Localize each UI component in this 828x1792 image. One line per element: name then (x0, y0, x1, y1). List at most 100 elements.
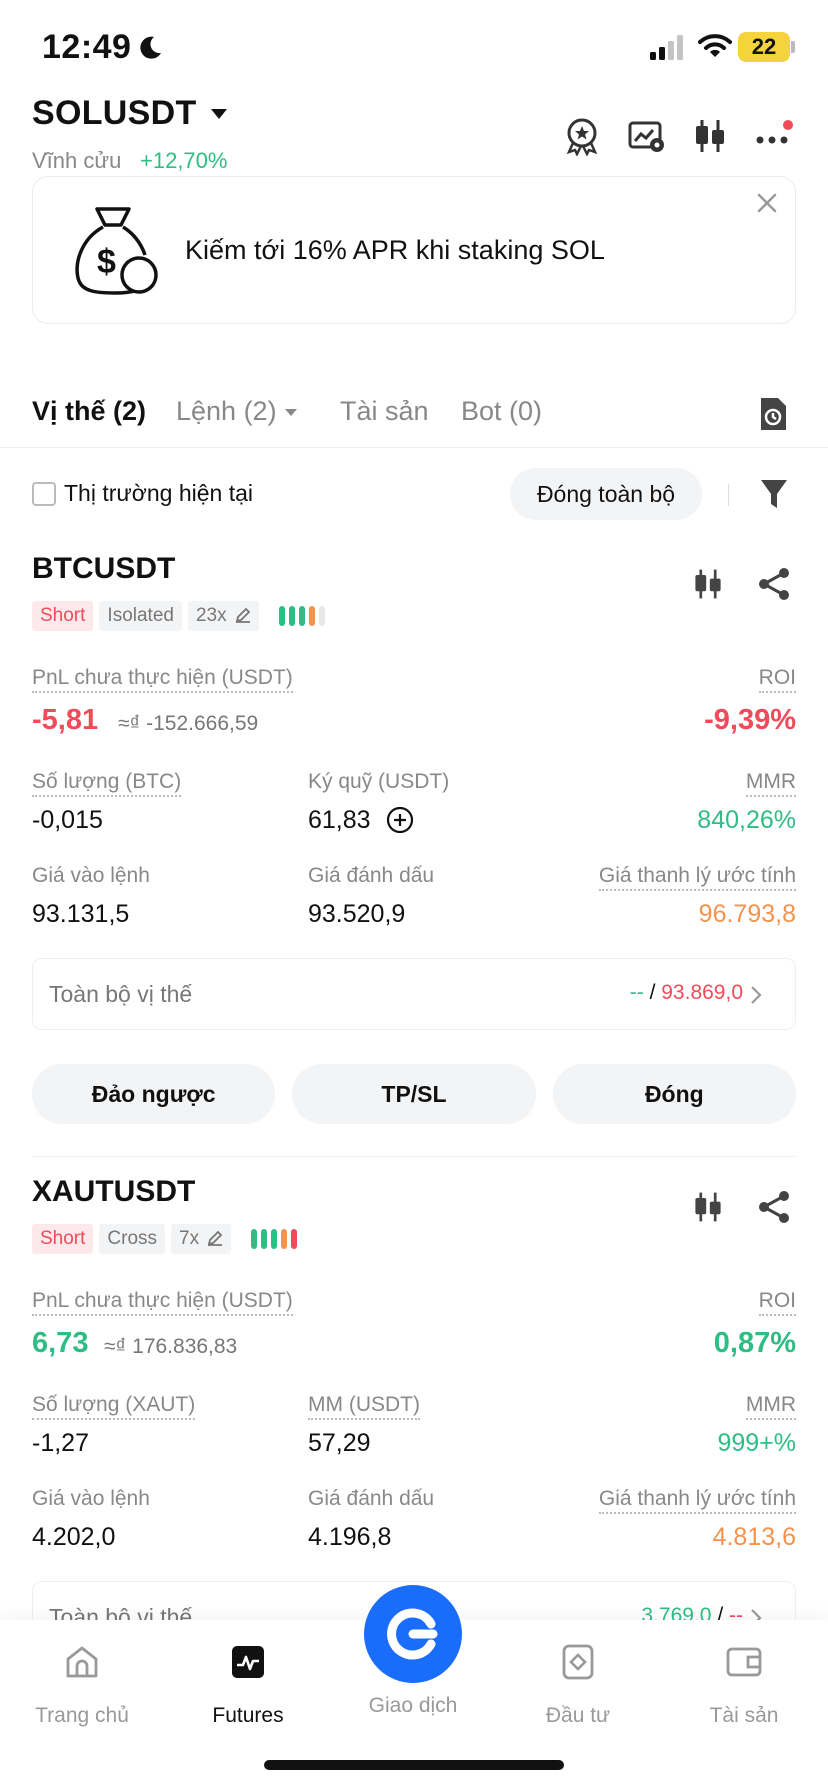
status-time: 12:49 (42, 28, 132, 66)
quantity-value: -1,27 (32, 1429, 89, 1457)
banner-text: Kiếm tới 16% APR khi staking SOL (185, 235, 605, 265)
liq-price-value: 96.793,8 (698, 900, 796, 928)
mark-price-value: 4.196,8 (308, 1523, 392, 1551)
divider (32, 1156, 796, 1157)
close-icon[interactable] (755, 191, 779, 215)
futures-chart-icon (232, 1646, 264, 1678)
candlestick-icon[interactable] (690, 116, 730, 156)
current-market-checkbox[interactable] (32, 482, 56, 506)
reverse-button[interactable]: Đảo ngược (32, 1064, 276, 1124)
entry-price-value: 93.131,5 (32, 900, 130, 928)
tab-positions[interactable]: Vị thế (2) (32, 396, 146, 427)
filter-funnel-icon[interactable] (760, 478, 788, 510)
position-card: XAUTUSDT Short Cross 7x PnL chưa thực hi… (0, 1175, 828, 1653)
margin-value: 61,83 (308, 806, 371, 834)
pnl-fiat-value: ≈₫ -152.666,59 (118, 712, 259, 735)
candlestick-icon[interactable] (690, 566, 726, 602)
leverage-tag[interactable]: 23x (187, 601, 259, 631)
tab-orders[interactable]: Lệnh (2) (176, 396, 297, 427)
caret-down-icon[interactable] (210, 108, 228, 120)
trade-button[interactable] (364, 1585, 462, 1683)
pnl-value: 6,73 (32, 1327, 89, 1359)
candlestick-icon[interactable] (690, 1189, 726, 1225)
edit-pencil-icon (207, 1230, 223, 1246)
tab-bots[interactable]: Bot (0) (461, 396, 542, 427)
nav-home[interactable]: Trang chủ (2, 1644, 162, 1728)
current-market-label[interactable]: Thị trường hiện tại (64, 480, 253, 507)
share-icon[interactable] (756, 1189, 792, 1225)
tpsl-summary-row[interactable]: Toàn bộ vị thế -- / 93.869,0 (32, 958, 796, 1030)
summary-label: Toàn bộ vị thế (49, 981, 193, 1007)
entry-price-label: Giá vào lệnh (32, 864, 150, 887)
risk-level-bars (278, 606, 325, 626)
filter-row: Thị trường hiện tại Đóng toàn bộ (0, 462, 828, 532)
trade-logo-icon (387, 1608, 438, 1660)
position-tags: Short Cross 7x (32, 1223, 298, 1255)
moon-icon (140, 36, 161, 59)
pnl-label: PnL chưa thực hiện (USDT) (32, 666, 293, 693)
leverage-value: 23x (195, 605, 227, 626)
nav-futures-label: Futures (212, 1704, 284, 1727)
nav-futures[interactable]: Futures (168, 1644, 328, 1728)
pair-title[interactable]: SOLUSDT (32, 94, 197, 133)
risk-bar (291, 1229, 298, 1249)
position-actions: Đảo ngược TP/SL Đóng (32, 1064, 796, 1124)
stop-loss-value: 93.869,0 (661, 981, 743, 1004)
leverage-tag[interactable]: 7x (171, 1224, 232, 1254)
position-tags: Short Isolated 23x (32, 600, 325, 632)
wallet-icon (726, 1647, 762, 1677)
nav-assets[interactable]: Tài sản (664, 1644, 824, 1728)
margin-mode-tag: Cross (99, 1224, 166, 1254)
edit-pencil-icon (235, 607, 250, 623)
mark-price-label: Giá đánh dấu (308, 1487, 435, 1510)
risk-bar (251, 1229, 258, 1249)
tpsl-separator: / (649, 981, 656, 1004)
position-symbol[interactable]: XAUTUSDT (32, 1175, 195, 1209)
liq-price-label: Giá thanh lý ước tính (598, 864, 796, 891)
wifi-icon (698, 34, 732, 57)
risk-bar (261, 1229, 268, 1249)
badge-award-icon[interactable] (562, 116, 602, 156)
tab-assets[interactable]: Tài sản (340, 396, 429, 427)
cellular-signal-icon (650, 35, 683, 60)
side-tag: Short (32, 601, 94, 631)
roi-value: 0,87% (713, 1327, 796, 1359)
pnl-fiat-value: ≈₫ 176.836,83 (104, 1335, 238, 1358)
chevron-right-icon (751, 986, 762, 1004)
liq-price-value: 4.813,6 (712, 1523, 796, 1551)
money-bag-icon: $ (75, 207, 158, 295)
add-margin-icon[interactable] (386, 806, 414, 834)
home-indicator (264, 1760, 564, 1770)
chart-settings-icon[interactable] (626, 116, 666, 156)
pnl-label: PnL chưa thực hiện (USDT) (32, 1289, 293, 1316)
pnl-value: -5,81 (32, 704, 99, 736)
margin-label: Ký quỹ (USDT) (308, 770, 450, 793)
price-change: +12,70% (140, 148, 228, 173)
roi-label: ROI (758, 666, 796, 693)
mmr-value: 840,26% (697, 806, 796, 834)
mmr-label: MMR (745, 1393, 796, 1420)
nav-assets-label: Tài sản (709, 1704, 779, 1727)
nav-invest-label: Đầu tư (545, 1704, 611, 1727)
nav-invest[interactable]: Đầu tư (498, 1644, 658, 1728)
position-card: BTCUSDT Short Isolated 23x PnL chưa thực… (0, 552, 828, 1124)
contract-type-label: Vĩnh cửu (32, 148, 122, 173)
close-all-button[interactable]: Đóng toàn bộ (510, 468, 702, 520)
tab-orders-label: Lệnh (2) (176, 396, 277, 426)
position-symbol[interactable]: BTCUSDT (32, 552, 175, 586)
close-position-button[interactable]: Đóng (552, 1064, 796, 1124)
svg-text:$: $ (97, 243, 116, 281)
share-icon[interactable] (756, 566, 792, 602)
roi-label: ROI (758, 1289, 796, 1316)
risk-bar (281, 1229, 288, 1249)
nav-home-label: Trang chủ (35, 1704, 129, 1727)
more-menu-icon[interactable] (754, 116, 794, 156)
nav-trade-label[interactable]: Giao dịch (320, 1694, 506, 1718)
order-history-icon[interactable] (758, 396, 788, 432)
risk-bar (288, 606, 295, 626)
staking-promo-banner[interactable]: $ Kiếm tới 16% APR khi staking SOL (32, 176, 796, 324)
liq-price-label: Giá thanh lý ước tính (598, 1487, 796, 1514)
tpsl-values: -- / 93.869,0 (630, 981, 743, 1005)
tpsl-button[interactable]: TP/SL (292, 1064, 536, 1124)
pair-header: SOLUSDT Vĩnh cửu +12,70% (0, 90, 828, 180)
